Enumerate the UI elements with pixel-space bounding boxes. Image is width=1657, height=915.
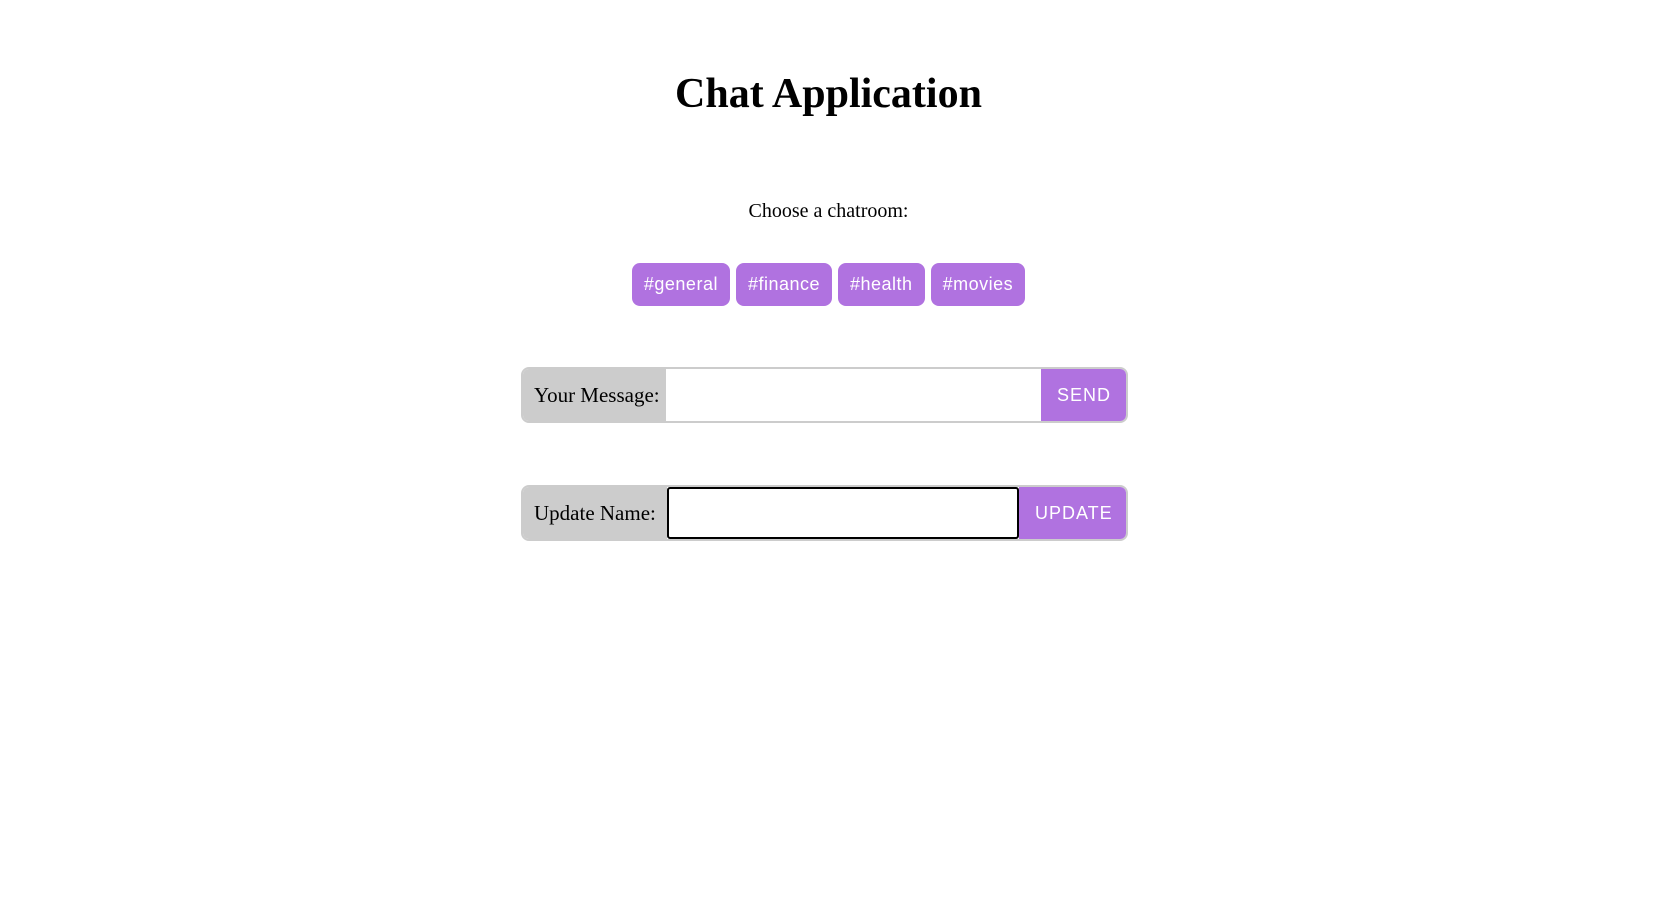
chatroom-list: #general #finance #health #movies bbox=[0, 263, 1657, 306]
room-button-movies[interactable]: #movies bbox=[930, 263, 1026, 306]
room-button-health[interactable]: #health bbox=[838, 263, 925, 306]
update-name-label: Update Name: bbox=[523, 487, 667, 539]
send-button[interactable]: SEND bbox=[1041, 369, 1126, 421]
update-name-form: Update Name: UPDATE bbox=[521, 485, 1128, 541]
message-form: Your Message: SEND bbox=[521, 367, 1128, 423]
room-button-general[interactable]: #general bbox=[631, 263, 730, 306]
update-button[interactable]: UPDATE bbox=[1019, 487, 1126, 539]
choose-chatroom-label: Choose a chatroom: bbox=[748, 200, 909, 222]
page-title: Chat Application bbox=[675, 71, 982, 117]
name-input[interactable] bbox=[666, 487, 1019, 539]
message-input[interactable] bbox=[666, 369, 1041, 421]
message-label: Your Message: bbox=[523, 369, 666, 421]
room-button-finance[interactable]: #finance bbox=[735, 263, 833, 306]
